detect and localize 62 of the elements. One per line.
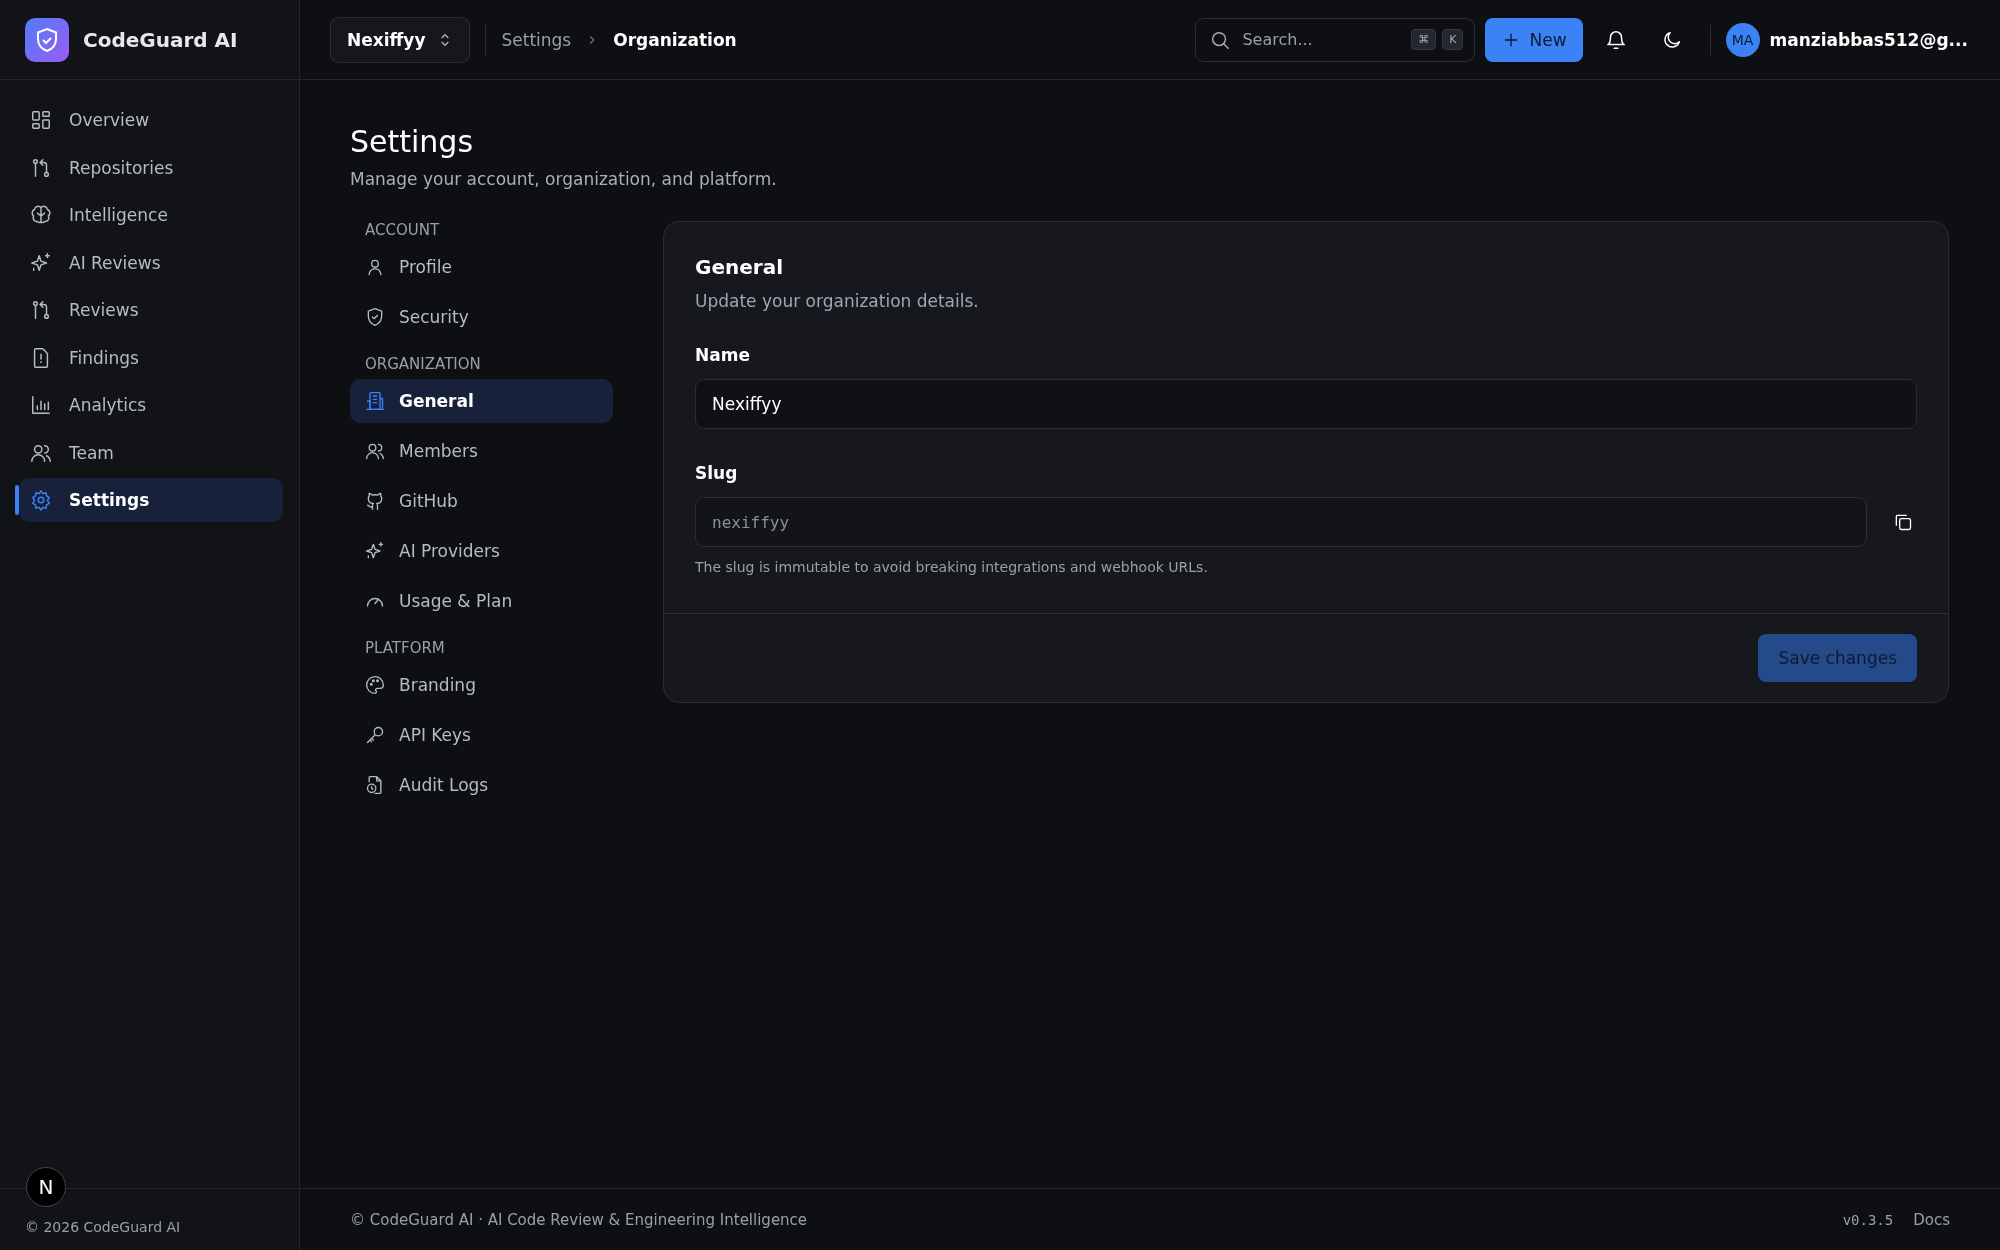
org-switcher[interactable]: Nexiffyy: [330, 16, 471, 63]
bell-icon: [1604, 28, 1627, 51]
settings-nav-item[interactable]: Security: [350, 295, 613, 339]
settings-nav-item[interactable]: API Keys: [350, 713, 613, 757]
settings-nav-item[interactable]: Audit Logs: [350, 763, 613, 807]
new-button[interactable]: New: [1485, 17, 1583, 62]
copy-icon: [1893, 512, 1913, 532]
card-title: General: [695, 255, 784, 279]
branch-icon: [30, 156, 52, 179]
shield-icon: [365, 307, 385, 327]
section-heading: ACCOUNT: [364, 221, 441, 239]
branch-icon: [30, 299, 52, 321]
settings-nav-item[interactable]: GitHub: [350, 479, 613, 523]
user-email[interactable]: manziabbas512@g...: [1769, 29, 1968, 50]
shortcut-key: K: [1442, 28, 1464, 50]
docs-link[interactable]: Docs: [1913, 1210, 1950, 1229]
bar-chart-icon: [30, 394, 52, 416]
palette-icon: [365, 675, 385, 695]
sidebar-item[interactable]: Repositories: [19, 145, 283, 190]
sidebar-item[interactable]: Team: [19, 430, 283, 475]
sidebar-item[interactable]: Intelligence: [19, 193, 283, 237]
field-label: Name: [695, 345, 751, 365]
name-field[interactable]: Nexiffyy: [695, 379, 1917, 429]
people-icon: [365, 441, 385, 461]
field-label: Slug: [695, 463, 739, 483]
sidebar-item[interactable]: AI Reviews: [19, 240, 283, 285]
page-subtitle: Manage your account, organization, and platform.: [350, 169, 778, 189]
settings-nav-item[interactable]: Branding: [350, 663, 613, 707]
settings-nav-item[interactable]: Usage & Plan: [350, 579, 613, 623]
user-avatar[interactable]: MA: [1725, 22, 1760, 57]
settings-nav-item[interactable]: Members: [350, 429, 613, 473]
shield-logo-icon: [25, 17, 69, 62]
sidebar-item[interactable]: Findings: [19, 335, 283, 380]
breadcrumb-link[interactable]: Organization: [613, 29, 737, 50]
building-icon: [365, 391, 385, 411]
settings-nav-item[interactable]: AI Providers: [350, 529, 613, 573]
copyright-text: © 2026 CodeGuard AI: [25, 1218, 181, 1235]
file-clock-icon: [365, 775, 385, 795]
sidebar-item[interactable]: Reviews: [19, 288, 283, 332]
slug-field[interactable]: nexiffyy: [695, 497, 1867, 547]
dev-badge[interactable]: N: [26, 1167, 66, 1207]
key-icon: [365, 725, 385, 745]
sparkle-icon: [30, 251, 52, 274]
grid-icon: [30, 109, 52, 131]
breadcrumb-link[interactable]: Settings: [501, 29, 572, 50]
sidebar-item[interactable]: Analytics: [19, 383, 283, 427]
version-label: v0.3.5: [1842, 1211, 1894, 1228]
brain-icon: [30, 204, 52, 226]
settings-nav-item[interactable]: General: [350, 379, 613, 423]
sparkle-icon: [365, 541, 385, 561]
footer-text: © CodeGuard AI · AI Code Review & Engineering Intelligence: [350, 1210, 808, 1229]
sidebar-item[interactable]: Overview: [19, 98, 283, 142]
card-subtitle: Update your organization details.: [695, 291, 980, 311]
settings-nav-item[interactable]: Profile: [350, 245, 613, 289]
cat-icon: [365, 491, 385, 511]
field-hint: The slug is immutable to avoid breaking integrations and webhook URLs.: [695, 559, 1209, 575]
gear-icon: [30, 489, 52, 511]
app-name: CodeGuard AI: [83, 27, 238, 52]
shortcut-key: ⌘: [1411, 28, 1437, 50]
section-heading: PLATFORM: [364, 639, 446, 657]
section-heading: ORGANIZATION: [364, 355, 482, 373]
page-title: Settings: [350, 124, 475, 159]
